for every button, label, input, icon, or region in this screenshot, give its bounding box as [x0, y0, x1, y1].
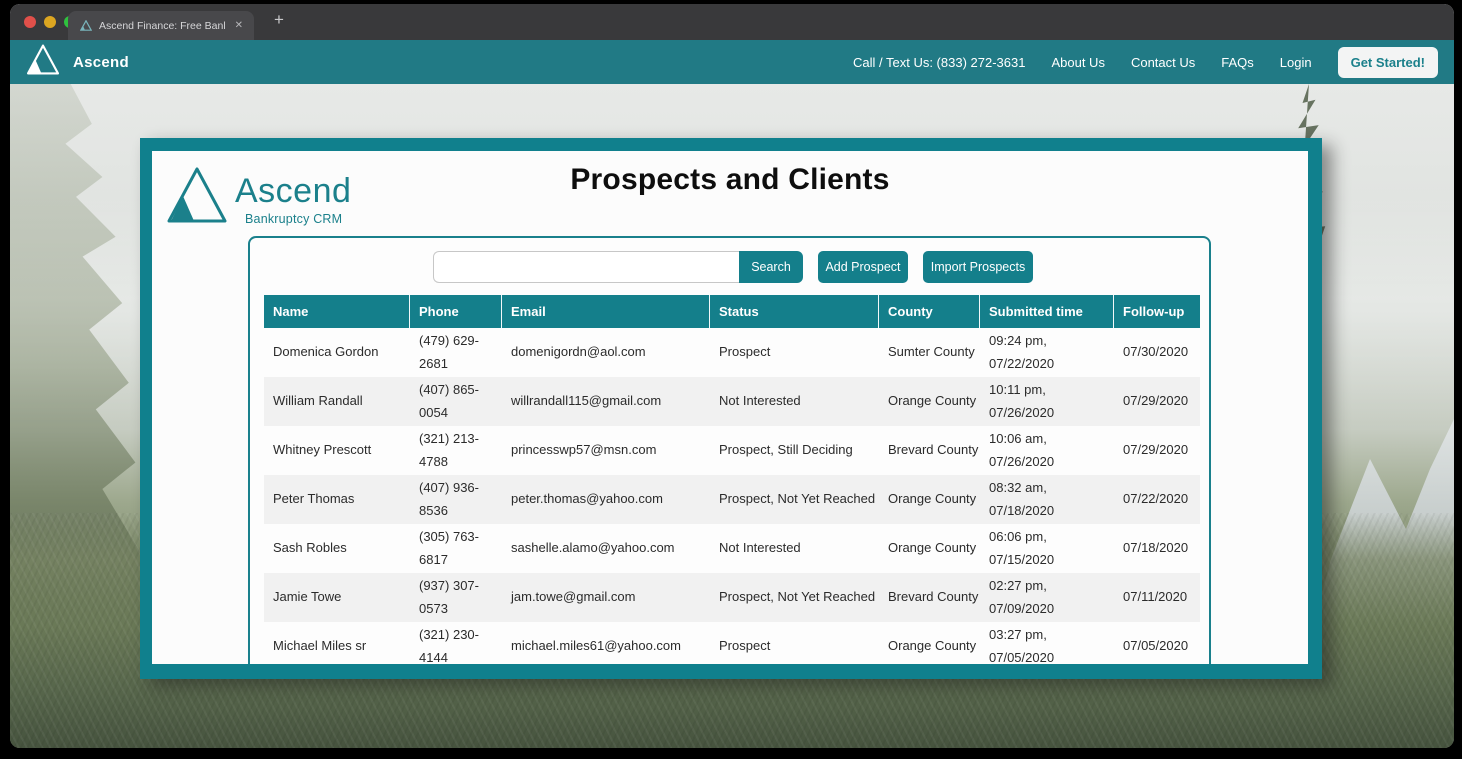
column-header: County	[879, 295, 980, 328]
cell-phone: (321) 230-4144	[410, 622, 502, 664]
cell-followup: 07/18/2020	[1114, 524, 1200, 573]
cell-email: peter.thomas@yahoo.com	[502, 475, 710, 524]
get-started-button[interactable]: Get Started!	[1338, 47, 1438, 78]
cell-followup: 07/29/2020	[1114, 426, 1200, 475]
cell-county: Orange County	[879, 622, 980, 664]
nav-link[interactable]: About Us	[1051, 55, 1104, 70]
cell-email: sashelle.alamo@yahoo.com	[502, 524, 710, 573]
cell-submitted: 06:06 pm, 07/15/2020	[980, 524, 1114, 573]
cell-email: michael.miles61@yahoo.com	[502, 622, 710, 664]
cell-submitted: 08:32 am, 07/18/2020	[980, 475, 1114, 524]
cell-county: Sumter County	[879, 328, 980, 377]
column-header: Status	[710, 295, 879, 328]
cell-county: Brevard County	[879, 426, 980, 475]
column-header: Follow-up	[1114, 295, 1200, 328]
crm-modal: Ascend Bankruptcy CRM Prospects and Clie…	[140, 138, 1322, 679]
cell-county: Orange County	[879, 475, 980, 524]
cell-status: Not Interested	[710, 524, 879, 573]
new-tab-button[interactable]: +	[266, 8, 292, 32]
cell-status: Prospect, Not Yet Reached	[710, 475, 879, 524]
cell-followup: 07/05/2020	[1114, 622, 1200, 664]
cell-email: jam.towe@gmail.com	[502, 573, 710, 622]
cell-status: Prospect	[710, 622, 879, 664]
cell-followup: 07/29/2020	[1114, 377, 1200, 426]
import-prospects-button[interactable]: Import Prospects	[923, 251, 1033, 283]
crm-modal-content: Ascend Bankruptcy CRM Prospects and Clie…	[152, 151, 1308, 664]
cell-name: Jamie Towe	[264, 573, 410, 622]
search-button[interactable]: Search	[739, 251, 803, 283]
minimize-window-button[interactable]	[44, 16, 56, 28]
table-row[interactable]: Jamie Towe (937) 307-0573 jam.towe@gmail…	[264, 573, 1200, 622]
cell-followup: 07/30/2020	[1114, 328, 1200, 377]
cell-followup: 07/11/2020	[1114, 573, 1200, 622]
cell-phone: (321) 213-4788	[410, 426, 502, 475]
cell-status: Prospect, Not Yet Reached	[710, 573, 879, 622]
cell-phone: (407) 865-0054	[410, 377, 502, 426]
table-row[interactable]: Peter Thomas (407) 936-8536 peter.thomas…	[264, 475, 1200, 524]
browser-chrome: Ascend Finance: Free Bankrupt ✕ +	[10, 4, 1454, 40]
cell-email: princesswp57@msn.com	[502, 426, 710, 475]
table-row[interactable]: Michael Miles sr (321) 230-4144 michael.…	[264, 622, 1200, 664]
column-header: Email	[502, 295, 710, 328]
cell-name: Domenica Gordon	[264, 328, 410, 377]
cell-county: Orange County	[879, 524, 980, 573]
cell-email: domenigordn@aol.com	[502, 328, 710, 377]
brand-name: Ascend	[73, 54, 129, 71]
cell-county: Orange County	[879, 377, 980, 426]
close-window-button[interactable]	[24, 16, 36, 28]
cell-name: Sash Robles	[264, 524, 410, 573]
cell-phone: (305) 763-6817	[410, 524, 502, 573]
column-header: Phone	[410, 295, 502, 328]
cell-submitted: 03:27 pm, 07/05/2020	[980, 622, 1114, 664]
cell-submitted: 09:24 pm, 07/22/2020	[980, 328, 1114, 377]
cell-name: Whitney Prescott	[264, 426, 410, 475]
cell-email: willrandall115@gmail.com	[502, 377, 710, 426]
table-row[interactable]: Sash Robles (305) 763-6817 sashelle.alam…	[264, 524, 1200, 573]
table-row[interactable]: Whitney Prescott (321) 213-4788 princess…	[264, 426, 1200, 475]
page-title: Prospects and Clients	[152, 163, 1308, 197]
ascend-logo-icon	[26, 44, 60, 80]
cell-name: William Randall	[264, 377, 410, 426]
cell-phone: (407) 936-8536	[410, 475, 502, 524]
cell-status: Not Interested	[710, 377, 879, 426]
nav-link[interactable]: FAQs	[1221, 55, 1254, 70]
cell-followup: 07/22/2020	[1114, 475, 1200, 524]
prospects-panel: Search Add Prospect Import Prospects Nam…	[248, 236, 1211, 664]
cell-name: Peter Thomas	[264, 475, 410, 524]
brand[interactable]: Ascend	[26, 44, 129, 80]
cell-phone: (937) 307-0573	[410, 573, 502, 622]
toolbar: Search Add Prospect Import Prospects	[250, 238, 1209, 294]
cell-submitted: 10:06 am, 07/26/2020	[980, 426, 1114, 475]
tab-close-icon[interactable]: ✕	[232, 19, 246, 32]
browser-window: Ascend Finance: Free Bankrupt ✕ + Ascend…	[10, 4, 1454, 748]
browser-tab[interactable]: Ascend Finance: Free Bankrupt ✕	[68, 11, 254, 40]
column-header: Name	[264, 295, 410, 328]
cell-submitted: 02:27 pm, 07/09/2020	[980, 573, 1114, 622]
cell-status: Prospect	[710, 328, 879, 377]
table-header: NamePhoneEmailStatusCountySubmitted time…	[264, 295, 1200, 328]
crm-logo-subtitle: Bankruptcy CRM	[245, 212, 351, 226]
search-input[interactable]	[433, 251, 739, 283]
nav-link[interactable]: Call / Text Us: (833) 272-3631	[853, 55, 1025, 70]
cell-phone: (479) 629-2681	[410, 328, 502, 377]
cell-name: Michael Miles sr	[264, 622, 410, 664]
nav-link[interactable]: Contact Us	[1131, 55, 1195, 70]
add-prospect-button[interactable]: Add Prospect	[818, 251, 908, 283]
table-row[interactable]: Domenica Gordon (479) 629-2681 domenigor…	[264, 328, 1200, 377]
nav-links: Call / Text Us: (833) 272-3631 About Us Co…	[853, 47, 1438, 78]
cell-status: Prospect, Still Deciding	[710, 426, 879, 475]
table-body: Domenica Gordon (479) 629-2681 domenigor…	[264, 328, 1200, 664]
nav-link-list: Call / Text Us: (833) 272-3631 About Us Co…	[853, 55, 1312, 70]
cell-county: Brevard County	[879, 573, 980, 622]
cell-submitted: 10:11 pm, 07/26/2020	[980, 377, 1114, 426]
nav-link[interactable]: Login	[1280, 55, 1312, 70]
prospects-table: NamePhoneEmailStatusCountySubmitted time…	[264, 295, 1200, 664]
site-navbar: Ascend Call / Text Us: (833) 272-3631 Abo…	[10, 40, 1454, 84]
table-row[interactable]: William Randall (407) 865-0054 willranda…	[264, 377, 1200, 426]
tab-favicon-icon	[80, 20, 92, 31]
column-header: Submitted time	[980, 295, 1114, 328]
tab-title: Ascend Finance: Free Bankrupt	[99, 20, 225, 32]
